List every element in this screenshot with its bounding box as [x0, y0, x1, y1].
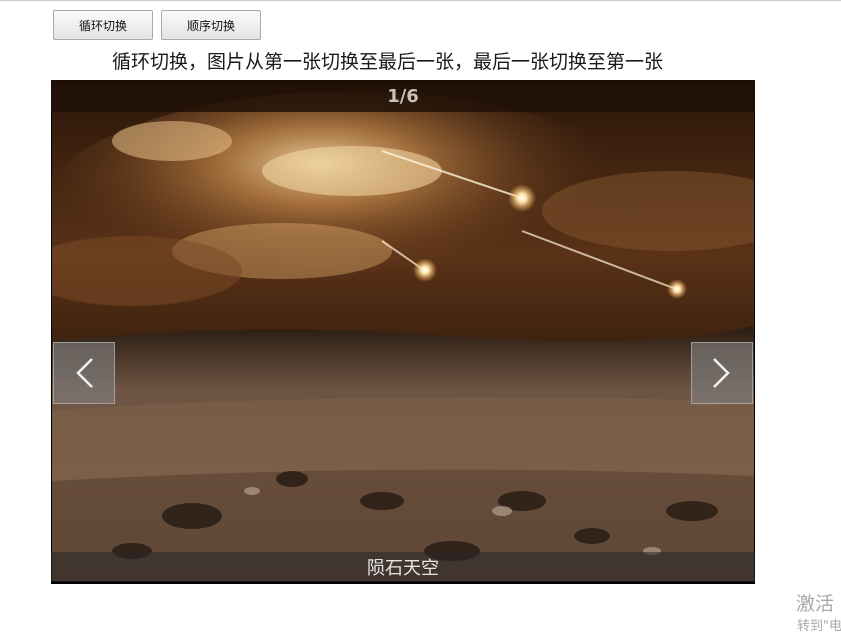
- activation-watermark-hint: 转到"电: [797, 619, 841, 634]
- slide-caption: 陨石天空: [367, 558, 439, 579]
- slide-caption-bar: 陨石天空: [51, 552, 755, 582]
- slide-counter: 1/6: [387, 85, 419, 107]
- image-slider: 1/6 陨石天空: [51, 80, 755, 584]
- chevron-left-icon: [76, 358, 93, 388]
- chevron-right-icon: [713, 358, 730, 388]
- slide-counter-bar: 1/6: [51, 80, 755, 112]
- previous-slide-button[interactable]: [53, 342, 115, 404]
- slide-image-meteor-sky: [52, 81, 754, 581]
- order-switch-button[interactable]: 顺序切换: [161, 10, 261, 40]
- loop-switch-button[interactable]: 循环切换: [53, 10, 153, 40]
- top-divider: [0, 0, 841, 1]
- mode-description: 循环切换，图片从第一张切换至最后一张，最后一张切换至第一张: [112, 51, 664, 73]
- activation-watermark: 激活: [796, 593, 835, 615]
- next-slide-button[interactable]: [691, 342, 753, 404]
